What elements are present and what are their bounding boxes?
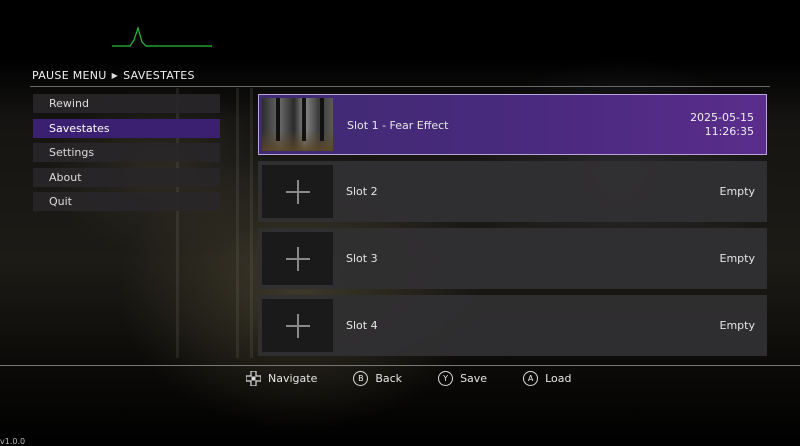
menu-item-rewind[interactable]: Rewind bbox=[33, 94, 220, 113]
hint-back[interactable]: B Back bbox=[353, 371, 402, 386]
slot-timestamp: 2025-05-15 11:26:35 bbox=[690, 111, 754, 139]
hint-navigate-label: Navigate bbox=[268, 372, 318, 385]
breadcrumb-current: SAVESTATES bbox=[123, 69, 195, 82]
a-button-icon: A bbox=[523, 371, 539, 386]
header-divider bbox=[30, 86, 770, 87]
slot-name: Slot 3 bbox=[346, 252, 378, 265]
hint-save-label: Save bbox=[460, 372, 488, 385]
hint-load-label: Load bbox=[545, 372, 572, 385]
hint-back-label: Back bbox=[375, 372, 403, 385]
menu-item-quit[interactable]: Quit bbox=[33, 192, 220, 211]
menu-item-savestates[interactable]: Savestates bbox=[33, 118, 220, 138]
breadcrumb: PAUSE MENU ▶ SAVESTATES bbox=[32, 69, 195, 82]
dpad-icon bbox=[246, 371, 261, 386]
footer-divider bbox=[0, 365, 800, 366]
menu-item-about[interactable]: About bbox=[33, 167, 220, 187]
savestate-slot-4[interactable]: Slot 4 Empty bbox=[258, 295, 767, 356]
empty-thumbnail bbox=[262, 165, 333, 218]
y-button-icon: Y bbox=[438, 371, 454, 386]
slot-name: Slot 1 - Fear Effect bbox=[347, 119, 449, 132]
savestate-list: Slot 1 - Fear Effect 2025-05-15 11:26:35… bbox=[258, 94, 767, 362]
slot-status: Empty bbox=[719, 185, 755, 198]
menu-item-settings[interactable]: Settings bbox=[33, 143, 220, 162]
hint-load[interactable]: A Load bbox=[523, 371, 571, 386]
savestate-slot-2[interactable]: Slot 2 Empty bbox=[258, 161, 767, 222]
button-hints: Navigate B Back Y Save A Load bbox=[246, 371, 571, 386]
b-button-icon: B bbox=[353, 371, 369, 386]
chevron-right-icon: ▶ bbox=[111, 71, 119, 80]
savestate-slot-1[interactable]: Slot 1 - Fear Effect 2025-05-15 11:26:35 bbox=[258, 94, 767, 155]
slot-name: Slot 2 bbox=[346, 185, 378, 198]
signal-icon bbox=[112, 25, 212, 47]
slot-name: Slot 4 bbox=[346, 319, 378, 332]
savestate-slot-3[interactable]: Slot 3 Empty bbox=[258, 228, 767, 289]
hint-save[interactable]: Y Save bbox=[438, 371, 487, 386]
plus-icon bbox=[285, 246, 310, 271]
slot-status: Empty bbox=[719, 319, 755, 332]
empty-thumbnail bbox=[262, 232, 333, 285]
slot-date: 2025-05-15 bbox=[690, 111, 754, 124]
breadcrumb-parent[interactable]: PAUSE MENU bbox=[32, 69, 107, 82]
plus-icon bbox=[285, 313, 310, 338]
savestate-thumbnail bbox=[262, 98, 333, 151]
plus-icon bbox=[285, 179, 310, 204]
pause-menu: Rewind Savestates Settings About Quit bbox=[33, 94, 220, 217]
slot-time: 11:26:35 bbox=[704, 125, 754, 138]
slot-status: Empty bbox=[719, 252, 755, 265]
empty-thumbnail bbox=[262, 299, 333, 352]
hint-navigate: Navigate bbox=[246, 371, 317, 386]
